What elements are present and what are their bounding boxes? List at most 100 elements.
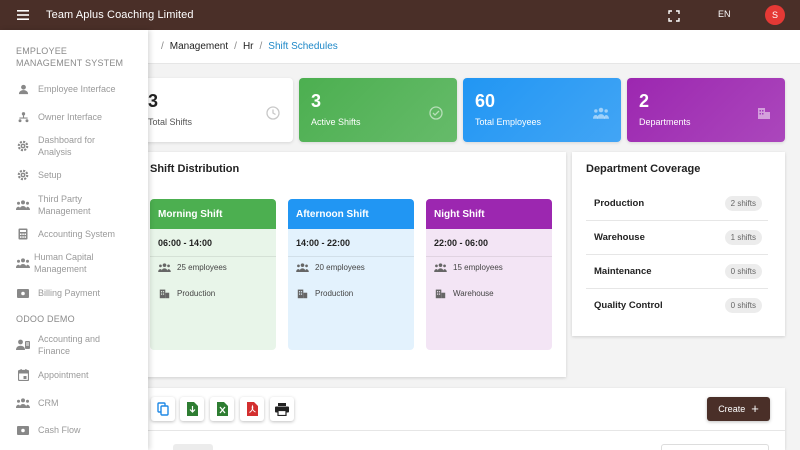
shift-employees: 25 employees	[158, 263, 227, 272]
sidebar-item-appointment[interactable]: Appointment	[0, 368, 148, 382]
sidebar-item-label: Third Party Management	[38, 194, 91, 216]
sidebar-item-label: Owner Interface	[38, 112, 103, 122]
people-icon	[16, 198, 30, 212]
shift-employees: 15 employees	[434, 263, 503, 272]
people-icon	[593, 106, 609, 122]
people-icon	[16, 396, 30, 410]
breadcrumb-item-hr[interactable]: Hr	[243, 41, 254, 52]
gear-icon	[16, 139, 30, 153]
sidebar-section-title: ODOO DEMO	[16, 314, 75, 324]
building-icon	[159, 289, 170, 299]
panel-title: Shift Distribution	[150, 163, 240, 175]
stat-label: Total Employees	[475, 117, 542, 127]
people-icon	[158, 263, 171, 272]
building-icon	[435, 289, 446, 299]
sidebar-item-setup[interactable]: Setup	[0, 168, 148, 182]
breadcrumb-separator: /	[161, 41, 164, 52]
menu-icon[interactable]	[0, 0, 46, 30]
shift-count-badge: 0 shifts	[724, 264, 762, 279]
sidebar-item-owner-interface[interactable]: Owner Interface	[0, 110, 148, 124]
sidebar-item-cash-flow[interactable]: Cash Flow	[0, 423, 148, 437]
shift-card-afternoon[interactable]: Afternoon Shift 14:00 - 22:00 20 employe…	[288, 199, 414, 350]
sidebar-item-employee-interface[interactable]: Employee Interface	[0, 82, 148, 96]
app-title: Team Aplus Coaching Limited	[46, 9, 194, 21]
avatar[interactable]: S	[765, 5, 785, 25]
fullscreen-icon[interactable]	[668, 9, 680, 22]
shift-time: 14:00 - 22:00	[296, 238, 351, 248]
sidebar-item-label: Accounting and Finance	[38, 334, 101, 356]
stat-value: 3	[311, 91, 322, 111]
language-selector[interactable]: EN	[718, 9, 731, 19]
shift-count-badge: 0 shifts	[724, 297, 762, 313]
table-control[interactable]	[173, 444, 213, 450]
sidebar-item-label: Cash Flow	[38, 425, 81, 435]
print-button[interactable]	[270, 397, 294, 421]
calculator-icon	[16, 227, 30, 241]
csv-file-icon	[186, 402, 198, 416]
stat-card-departments: 2 Departments	[627, 78, 785, 142]
shift-count-badge: 1 shifts	[724, 230, 762, 245]
sidebar-item-billing-payment[interactable]: Billing Payment	[0, 286, 148, 300]
sidebar-item-label: Accounting System	[38, 229, 116, 239]
stat-value: 3	[148, 91, 159, 111]
shift-time: 06:00 - 14:00	[158, 238, 213, 248]
print-icon	[275, 402, 289, 416]
export-excel-button[interactable]	[210, 397, 234, 421]
stat-card-active-shifts: 3 Active Shifts	[299, 78, 457, 142]
stat-label: Departments	[639, 117, 691, 127]
export-pdf-button[interactable]	[240, 397, 264, 421]
sidebar-item-accounting-system[interactable]: Accounting System	[0, 227, 148, 241]
shift-department: Production	[158, 288, 215, 299]
department-name: Quality Control	[594, 299, 663, 311]
stat-value: 2	[639, 91, 650, 111]
building-icon	[297, 289, 308, 299]
sidebar-item-label: Employee Interface	[38, 84, 116, 94]
top-app-bar: Team Aplus Coaching Limited EN S	[0, 0, 800, 30]
people-icon	[296, 263, 309, 272]
shift-name: Afternoon Shift	[288, 199, 414, 229]
stat-value: 60	[475, 91, 496, 111]
breadcrumb-item-management[interactable]: Management	[170, 41, 228, 52]
create-button[interactable]: Create +	[707, 397, 770, 421]
sidebar-item-label: Setup	[38, 170, 62, 180]
sidebar-item-third-party[interactable]: Third Party Management	[0, 192, 148, 218]
shift-name: Morning Shift	[150, 199, 276, 229]
stat-card-total-shifts: 3 Total Shifts	[126, 78, 293, 142]
shift-card-morning[interactable]: Morning Shift 06:00 - 14:00 25 employees…	[150, 199, 276, 350]
pdf-file-icon	[246, 402, 258, 416]
sidebar-item-label: Billing Payment	[38, 288, 101, 298]
sidebar-item-crm[interactable]: CRM	[0, 396, 148, 410]
sidebar-item-label: Dashboard for Analysis	[38, 135, 96, 157]
sidebar-item-accounting-finance[interactable]: Accounting and Finance	[0, 332, 148, 358]
sidebar-item-label: Appointment	[38, 370, 89, 380]
excel-file-icon	[216, 402, 228, 416]
building-icon	[757, 106, 773, 122]
org-icon	[16, 110, 30, 124]
check-circle-icon	[429, 106, 445, 122]
export-csv-button[interactable]	[180, 397, 204, 421]
sidebar-item-label: Human Capital Management	[34, 252, 94, 274]
shift-time: 22:00 - 06:00	[434, 238, 489, 248]
payment-icon	[16, 286, 30, 300]
breadcrumb: / Management / Hr / Shift Schedules	[148, 30, 800, 64]
sidebar-item-dashboard[interactable]: Dashboard for Analysis	[0, 133, 148, 159]
breadcrumb-current: Shift Schedules	[268, 41, 338, 52]
sidebar-section-title: EMPLOYEE MANAGEMENT SYSTEM	[16, 46, 124, 68]
sidebar-item-human-capital[interactable]: Human Capital Management	[0, 250, 148, 276]
shift-card-night[interactable]: Night Shift 22:00 - 06:00 15 employees W…	[426, 199, 552, 350]
list-item: Production 2 shifts	[586, 187, 768, 221]
department-name: Warehouse	[594, 232, 645, 243]
copy-button[interactable]	[151, 397, 175, 421]
panel-title: Department Coverage	[586, 163, 701, 175]
list-item: Warehouse 1 shifts	[586, 221, 768, 255]
sidebar: EMPLOYEE MANAGEMENT SYSTEM Employee Inte…	[0, 30, 148, 450]
payment-icon	[16, 423, 30, 437]
contact-icon	[16, 338, 30, 352]
search-input[interactable]	[661, 444, 769, 450]
sidebar-item-label: CRM	[38, 398, 59, 408]
breadcrumb-separator: /	[234, 41, 237, 52]
stat-label: Active Shifts	[311, 117, 361, 127]
breadcrumb-separator: /	[259, 41, 263, 52]
shift-employees: 20 employees	[296, 263, 365, 272]
people-icon	[434, 263, 447, 272]
